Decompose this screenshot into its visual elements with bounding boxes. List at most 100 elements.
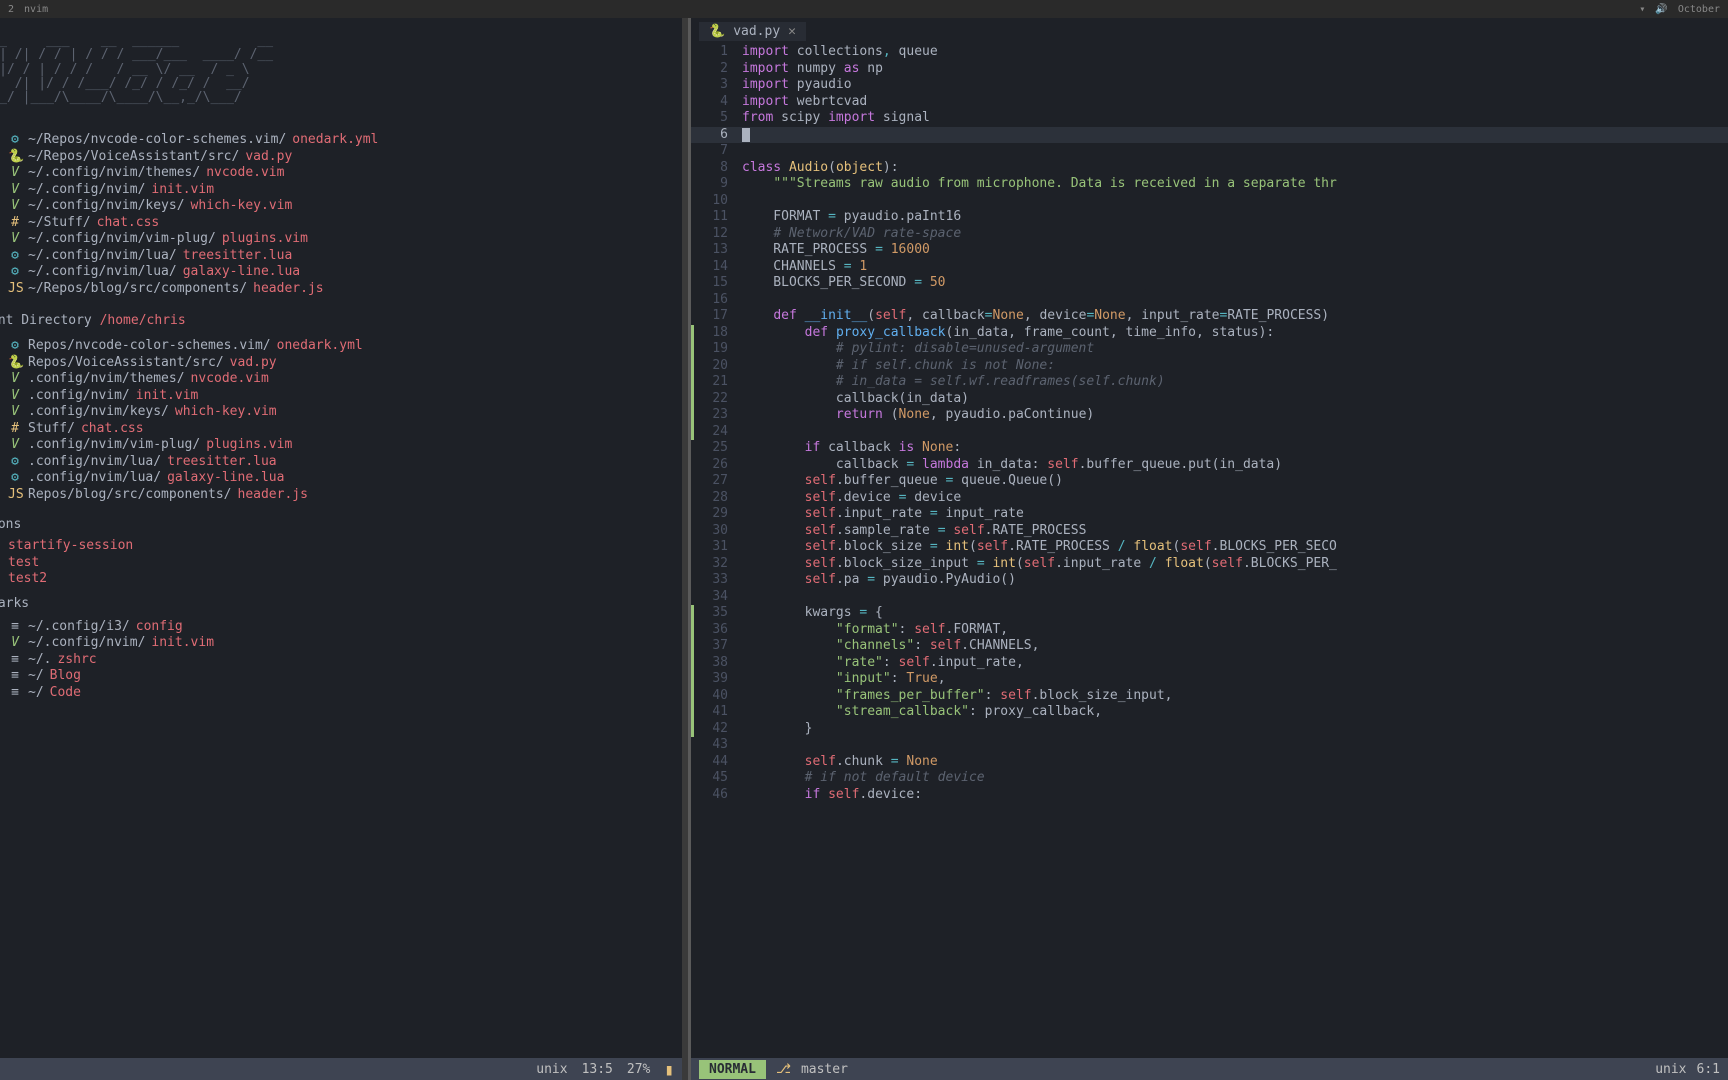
line-number: 7	[694, 143, 738, 160]
workspace-indicator[interactable]: 2	[8, 4, 14, 15]
session-entry[interactable]: test2	[0, 571, 682, 588]
code-line[interactable]: 22 callback(in_data)	[691, 391, 1728, 408]
file-name: nvcode.vim	[191, 371, 269, 388]
code-text	[738, 193, 742, 210]
code-line[interactable]: 2import numpy as np	[691, 61, 1728, 78]
file-entry[interactable]: V~/.config/nvim/themes/nvcode.vim	[0, 165, 682, 182]
code-line[interactable]: 19 # pylint: disable=unused-argument	[691, 341, 1728, 358]
file-entry[interactable]: V~/.config/nvim/init.vim	[0, 182, 682, 199]
file-entry[interactable]: JS~/Repos/blog/src/components/header.js	[0, 281, 682, 298]
code-line[interactable]: 7	[691, 143, 1728, 160]
file-path-prefix: Repos/VoiceAssistant/src/	[28, 355, 224, 372]
vim-icon: V	[8, 165, 22, 182]
file-name: vad.py	[245, 149, 292, 166]
file-entry[interactable]: V~/.config/nvim/vim-plug/plugins.vim	[0, 231, 682, 248]
system-topbar: 2 nvim ▾ 🔊 October	[0, 0, 1728, 18]
code-line[interactable]: 9 """Streams raw audio from microphone. …	[691, 176, 1728, 193]
code-line[interactable]: 36 "format": self.FORMAT,	[691, 622, 1728, 639]
file-path-prefix: ~/.config/nvim/lua/	[28, 248, 177, 265]
code-line[interactable]: 8class Audio(object):	[691, 160, 1728, 177]
code-line[interactable]: 28 self.device = device	[691, 490, 1728, 507]
code-line[interactable]: 31 self.block_size = int(self.RATE_PROCE…	[691, 539, 1728, 556]
code-line[interactable]: 44 self.chunk = None	[691, 754, 1728, 771]
file-entry[interactable]: ⚙~/.config/nvim/lua/treesitter.lua	[0, 248, 682, 265]
code-line[interactable]: 18 def proxy_callback(in_data, frame_cou…	[691, 325, 1728, 342]
code-line[interactable]: 39 "input": True,	[691, 671, 1728, 688]
code-line[interactable]: 12 # Network/VAD rate-space	[691, 226, 1728, 243]
code-line[interactable]: 45 # if not default device	[691, 770, 1728, 787]
code-line[interactable]: 4import webrtcvad	[691, 94, 1728, 111]
code-line[interactable]: 23 return (None, pyaudio.paContinue)	[691, 407, 1728, 424]
code-line[interactable]: 25 if callback is None:	[691, 440, 1728, 457]
volume-icon[interactable]: 🔊	[1655, 4, 1667, 15]
code-line[interactable]: 29 self.input_rate = input_rate	[691, 506, 1728, 523]
file-entry[interactable]: ⚙Repos/nvcode-color-schemes.vim/onedark.…	[0, 338, 682, 355]
code-line[interactable]: 37 "channels": self.CHANNELS,	[691, 638, 1728, 655]
file-entry[interactable]: 🐍~/Repos/VoiceAssistant/src/vad.py	[0, 149, 682, 166]
code-line[interactable]: 11 FORMAT = pyaudio.paInt16	[691, 209, 1728, 226]
code-line[interactable]: 41 "stream_callback": proxy_callback,	[691, 704, 1728, 721]
code-line[interactable]: 16	[691, 292, 1728, 309]
code-line[interactable]: 13 RATE_PROCESS = 16000	[691, 242, 1728, 259]
file-entry[interactable]: ≡~/.config/i3/config	[0, 619, 682, 636]
code-line[interactable]: 32 self.block_size_input = int(self.inpu…	[691, 556, 1728, 573]
file-entry[interactable]: ≡~/.zshrc	[0, 652, 682, 669]
code-line[interactable]: 17 def __init__(self, callback=None, dev…	[691, 308, 1728, 325]
code-line[interactable]: 21 # in_data = self.wf.readframes(self.c…	[691, 374, 1728, 391]
file-entry[interactable]: 🐍Repos/VoiceAssistant/src/vad.py	[0, 355, 682, 372]
code-line[interactable]: 34	[691, 589, 1728, 606]
code-line[interactable]: 26 callback = lambda in_data: self.buffe…	[691, 457, 1728, 474]
file-entry[interactable]: #Stuff/chat.css	[0, 421, 682, 438]
code-line[interactable]: 5from scipy import signal	[691, 110, 1728, 127]
file-name: treesitter.lua	[167, 454, 277, 471]
code-line[interactable]: 27 self.buffer_queue = queue.Queue()	[691, 473, 1728, 490]
code-text: import pyaudio	[738, 77, 852, 94]
file-entry[interactable]: JSRepos/blog/src/components/header.js	[0, 487, 682, 504]
file-entry[interactable]: V.config/nvim/init.vim	[0, 388, 682, 405]
close-icon[interactable]: ✕	[788, 24, 796, 39]
code-line[interactable]: 6	[691, 127, 1728, 144]
startify-pane[interactable]: __ ___ __ ______ __ / | /| / / | / / / _…	[0, 18, 688, 1080]
file-entry[interactable]: ⚙.config/nvim/lua/treesitter.lua	[0, 454, 682, 471]
code-line[interactable]: 1import collections, queue	[691, 44, 1728, 61]
wifi-icon[interactable]: ▾	[1639, 4, 1645, 15]
buffer-tab-vad[interactable]: 🐍 vad.py ✕	[699, 22, 806, 41]
vim-icon: V	[8, 404, 22, 421]
code-line[interactable]: 15 BLOCKS_PER_SECOND = 50	[691, 275, 1728, 292]
file-entry[interactable]: ⚙~/.config/nvim/lua/galaxy-line.lua	[0, 264, 682, 281]
code-line[interactable]: 30 self.sample_rate = self.RATE_PROCESS	[691, 523, 1728, 540]
file-entry[interactable]: ⚙.config/nvim/lua/galaxy-line.lua	[0, 470, 682, 487]
file-entry[interactable]: ≡~/Blog	[0, 668, 682, 685]
code-line[interactable]: 40 "frames_per_buffer": self.block_size_…	[691, 688, 1728, 705]
file-entry[interactable]: ⚙~/Repos/nvcode-color-schemes.vim/onedar…	[0, 132, 682, 149]
file-entry[interactable]: V.config/nvim/themes/nvcode.vim	[0, 371, 682, 388]
code-line[interactable]: 35 kwargs = {	[691, 605, 1728, 622]
code-text: "channels": self.CHANNELS,	[738, 638, 1039, 655]
file-entry[interactable]: #~/Stuff/chat.css	[0, 215, 682, 232]
code-line[interactable]: 46 if self.device:	[691, 787, 1728, 804]
file-name: plugins.vim	[206, 437, 292, 454]
file-path-prefix: ~/	[28, 668, 44, 685]
code-line[interactable]: 14 CHANNELS = 1	[691, 259, 1728, 276]
code-line[interactable]: 20 # if self.chunk is not None:	[691, 358, 1728, 375]
code-line[interactable]: 43	[691, 737, 1728, 754]
file-entry[interactable]: ≡~/Code	[0, 685, 682, 702]
code-line[interactable]: 3import pyaudio	[691, 77, 1728, 94]
line-number: 9	[694, 176, 738, 193]
code-line[interactable]: 42 }	[691, 721, 1728, 738]
code-editor[interactable]: 1import collections, queue2import numpy …	[691, 44, 1728, 1058]
editor-pane[interactable]: 🐍 vad.py ✕ 1import collections, queue2im…	[688, 18, 1728, 1080]
code-line[interactable]: 24	[691, 424, 1728, 441]
session-entry[interactable]: test	[0, 555, 682, 572]
file-name: Code	[50, 685, 81, 702]
file-entry[interactable]: V.config/nvim/keys/which-key.vim	[0, 404, 682, 421]
code-line[interactable]: 10	[691, 193, 1728, 210]
line-number: 42	[694, 721, 738, 738]
code-line[interactable]: 38 "rate": self.input_rate,	[691, 655, 1728, 672]
file-entry[interactable]: V.config/nvim/vim-plug/plugins.vim	[0, 437, 682, 454]
file-entry[interactable]: V~/.config/nvim/init.vim	[0, 635, 682, 652]
file-entry[interactable]: V~/.config/nvim/keys/which-key.vim	[0, 198, 682, 215]
code-text	[738, 143, 742, 160]
session-entry[interactable]: startify-session	[0, 538, 682, 555]
code-line[interactable]: 33 self.pa = pyaudio.PyAudio()	[691, 572, 1728, 589]
